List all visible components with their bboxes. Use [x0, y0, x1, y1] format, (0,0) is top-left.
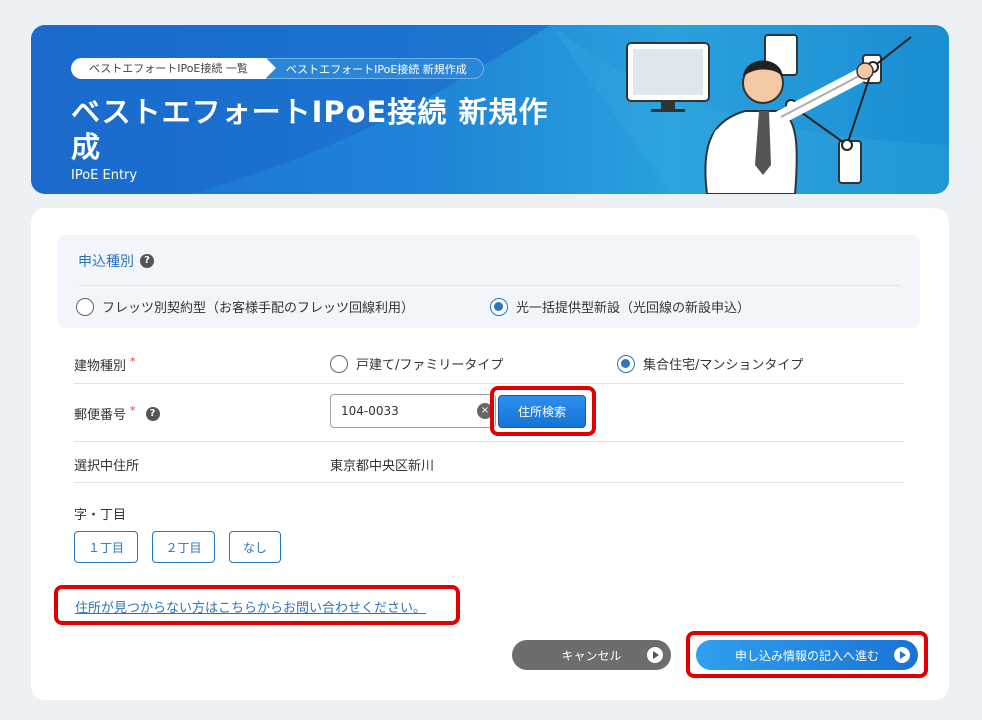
- building-type-label-text: 建物種別: [74, 359, 127, 374]
- radio-checked-icon[interactable]: [490, 297, 508, 316]
- building-type-option-label: 集合住宅/マンションタイプ: [643, 358, 804, 373]
- breadcrumb-item-current: ベストエフォートIPoE接続 新規作成: [265, 58, 484, 79]
- building-type-option-label: 戸建て/ファミリータイプ: [356, 358, 504, 373]
- apply-type-option-label: フレッツ別契約型（お客様手配のフレッツ回線利用）: [102, 301, 415, 316]
- building-type-option-apartment[interactable]: 集合住宅/マンションタイプ: [617, 354, 803, 373]
- highlight-box: [54, 585, 460, 625]
- page-title: ベストエフォートIPoE接続 新規作成: [71, 95, 549, 164]
- chome-option-none[interactable]: なし: [229, 531, 281, 563]
- required-mark: *: [130, 404, 136, 417]
- chome-option-2[interactable]: ２丁目: [152, 531, 215, 563]
- selected-address-label: 選択中住所: [74, 459, 140, 474]
- building-type-label: 建物種別 *: [74, 355, 136, 374]
- page-header-banner: ベストエフォートIPoE接続 一覧 ベストエフォートIPoE接続 新規作成 ベス…: [31, 25, 949, 194]
- apply-type-option-flets[interactable]: フレッツ別契約型（お客様手配のフレッツ回線利用）: [76, 297, 414, 316]
- breadcrumb: ベストエフォートIPoE接続 一覧 ベストエフォートIPoE接続 新規作成: [71, 58, 484, 79]
- help-icon[interactable]: ?: [145, 406, 160, 421]
- building-type-option-house[interactable]: 戸建て/ファミリータイプ: [330, 354, 503, 373]
- apply-type-label: 申込種別: [78, 254, 134, 270]
- chome-label: 字・丁目: [74, 508, 127, 523]
- radio-unchecked-icon[interactable]: [76, 297, 94, 316]
- radio-unchecked-icon[interactable]: [330, 354, 348, 373]
- apply-type-section: 申込種別 ? フレッツ別契約型（お客様手配のフレッツ回線利用） 光一括提供型新設…: [58, 235, 920, 328]
- cancel-button-label: キャンセル: [561, 648, 622, 663]
- highlight-box: [686, 631, 928, 678]
- form-card: 申込種別 ? フレッツ別契約型（お客様手配のフレッツ回線利用） 光一括提供型新設…: [31, 208, 949, 700]
- radio-checked-icon[interactable]: [617, 354, 635, 373]
- divider: [74, 441, 904, 442]
- postal-code-input[interactable]: [330, 394, 496, 428]
- apply-type-option-label: 光一括提供型新設（光回線の新設申込）: [516, 301, 751, 316]
- arrow-right-circle-icon: [647, 647, 663, 663]
- apply-type-title: 申込種別 ?: [78, 251, 154, 271]
- help-icon[interactable]: ?: [140, 254, 154, 268]
- page-subtitle: IPoE Entry: [71, 168, 138, 183]
- apply-type-option-hikari[interactable]: 光一括提供型新設（光回線の新設申込）: [490, 297, 750, 316]
- businessman-illustration: [626, 34, 912, 194]
- postal-code-label-text: 郵便番号: [74, 408, 127, 423]
- divider: [74, 482, 904, 483]
- cancel-button[interactable]: キャンセル: [512, 640, 671, 670]
- highlight-box: [490, 386, 596, 436]
- breadcrumb-item-list[interactable]: ベストエフォートIPoE接続 一覧: [71, 58, 276, 79]
- selected-address-value: 東京都中央区新川: [330, 459, 435, 474]
- required-mark: *: [130, 355, 136, 368]
- divider: [74, 383, 904, 384]
- divider: [78, 285, 900, 286]
- postal-code-label: 郵便番号 * ?: [74, 404, 160, 423]
- chome-option-1[interactable]: １丁目: [74, 531, 138, 563]
